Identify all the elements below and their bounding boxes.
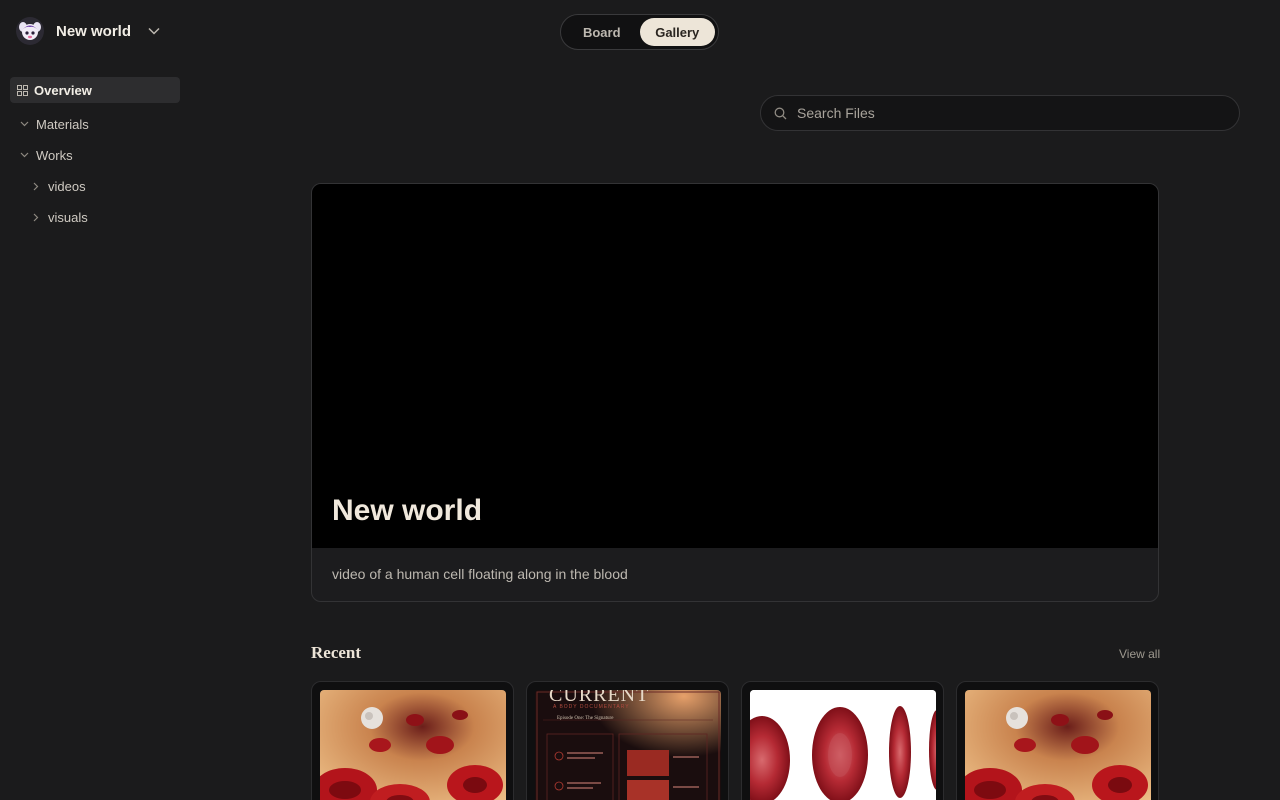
app-root: New world Overview Materials Works video… bbox=[0, 0, 1280, 800]
poster-subheading: A BODY DOCUMENTARY bbox=[553, 704, 630, 710]
sidebar-item-label: visuals bbox=[48, 209, 88, 225]
recent-card[interactable] bbox=[956, 681, 1159, 800]
search-bar bbox=[760, 95, 1240, 131]
recent-card[interactable] bbox=[741, 681, 944, 800]
chevron-right-icon[interactable] bbox=[30, 211, 42, 223]
chevron-right-icon[interactable] bbox=[30, 180, 42, 192]
chevron-down-icon[interactable] bbox=[147, 24, 161, 38]
card-thumbnail bbox=[750, 690, 936, 800]
board-tab[interactable]: Board bbox=[564, 18, 640, 46]
sidebar-item-videos[interactable]: videos bbox=[10, 173, 180, 199]
search-input[interactable] bbox=[797, 105, 1217, 121]
recent-cards: CURRENT A BODY DOCUMENTARY Episode One: … bbox=[311, 681, 1159, 800]
sidebar-item-label: Materials bbox=[36, 116, 89, 132]
sidebar-item-label: Works bbox=[36, 147, 73, 163]
recent-title: Recent bbox=[311, 643, 362, 662]
poster-episode: Episode One: The Signature bbox=[557, 716, 614, 721]
workspace-name: New world bbox=[56, 22, 132, 40]
card-thumbnail: CURRENT A BODY DOCUMENTARY Episode One: … bbox=[535, 690, 721, 800]
sidebar-item-label: Overview bbox=[34, 82, 92, 98]
grid-icon bbox=[16, 84, 28, 96]
view-all-link[interactable]: View all bbox=[1119, 647, 1160, 661]
hero-title: New world bbox=[332, 494, 483, 527]
sidebar: New world Overview Materials Works video… bbox=[0, 0, 190, 800]
chevron-down-icon[interactable] bbox=[18, 149, 30, 161]
sidebar-item-works[interactable]: Works bbox=[10, 142, 180, 168]
mascot-icon bbox=[16, 17, 44, 45]
hero-description: video of a human cell floating along in … bbox=[332, 566, 628, 582]
sidebar-item-visuals[interactable]: visuals bbox=[10, 204, 180, 230]
workspace-switcher[interactable]: New world bbox=[16, 17, 161, 45]
search-icon bbox=[773, 106, 787, 120]
sidebar-item-materials[interactable]: Materials bbox=[10, 111, 180, 137]
sidebar-item-label: videos bbox=[48, 178, 86, 194]
recent-card[interactable]: CURRENT A BODY DOCUMENTARY Episode One: … bbox=[526, 681, 729, 800]
chevron-down-icon[interactable] bbox=[18, 118, 30, 130]
gallery-tab[interactable]: Gallery bbox=[639, 18, 715, 46]
card-thumbnail bbox=[965, 690, 1151, 800]
card-thumbnail bbox=[320, 690, 506, 800]
sidebar-item-overview[interactable]: Overview bbox=[10, 77, 180, 103]
sidebar-nav: Overview Materials Works videos visuals bbox=[10, 77, 180, 230]
hero-card[interactable]: New world video of a human cell floating… bbox=[311, 183, 1159, 602]
view-toggle: Board Gallery bbox=[560, 14, 719, 50]
recent-card[interactable] bbox=[311, 681, 514, 800]
